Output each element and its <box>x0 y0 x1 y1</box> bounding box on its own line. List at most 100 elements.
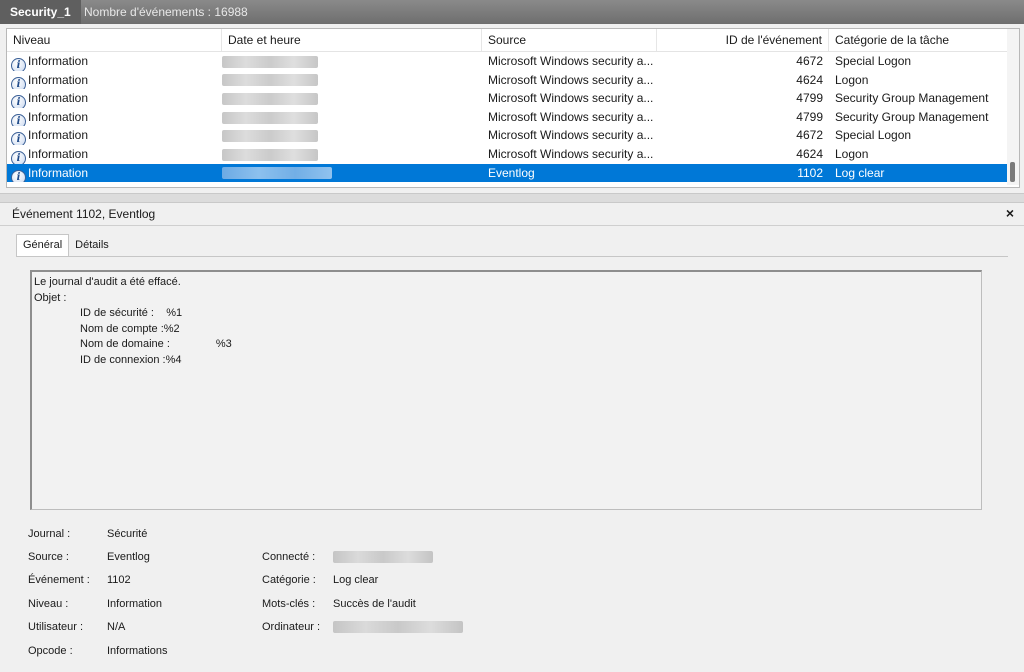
redacted-datetime <box>222 167 332 180</box>
information-icon: i <box>11 95 26 108</box>
row-level: Information <box>28 72 89 87</box>
pane-splitter[interactable] <box>0 193 1024 203</box>
divider <box>0 225 1024 226</box>
detail-tabs: Général Détails <box>16 234 115 256</box>
tab-details[interactable]: Détails <box>69 235 115 256</box>
column-header-level[interactable]: Niveau <box>7 29 222 51</box>
prop-label-logged: Connecté : <box>262 551 316 563</box>
row-source: Microsoft Windows security a... <box>488 146 653 161</box>
row-category: Logon <box>835 72 869 87</box>
prop-value-level: Information <box>107 598 163 610</box>
close-icon[interactable]: × <box>1006 205 1014 221</box>
tab-general[interactable]: Général <box>16 234 70 256</box>
prop-value-journal: Sécurité <box>107 528 148 540</box>
column-header-source[interactable]: Source <box>482 29 657 51</box>
row-source: Microsoft Windows security a... <box>488 54 653 68</box>
prop-label-category: Catégorie : <box>262 574 316 586</box>
redacted-logged <box>333 551 433 564</box>
description-field: Nom de compte :%2 <box>34 322 979 338</box>
table-row[interactable]: i Information Microsoft Windows security … <box>7 108 1007 127</box>
table-row[interactable]: i Information Microsoft Windows security … <box>7 71 1007 90</box>
row-event-id: 4672 <box>796 128 823 143</box>
prop-label-source: Source : <box>28 551 69 563</box>
row-source: Microsoft Windows security a... <box>488 72 653 87</box>
redacted-computer <box>333 621 463 634</box>
prop-label-journal: Journal : <box>28 528 71 540</box>
prop-value-keywords: Succès de l'audit <box>333 598 416 610</box>
row-category: Security Group Management <box>835 91 989 106</box>
information-icon: i <box>11 132 26 145</box>
row-source: Microsoft Windows security a... <box>488 109 653 124</box>
description-line: Objet : <box>34 291 67 304</box>
column-header-datetime[interactable]: Date et heure <box>222 29 482 51</box>
events-count: Nombre d'événements : 16988 <box>84 5 248 19</box>
scrollbar-thumb[interactable] <box>1010 162 1015 182</box>
table-body: i Information Microsoft Windows security … <box>7 52 1007 183</box>
table-row[interactable]: i Information Microsoft Windows security … <box>7 126 1007 145</box>
row-source: Microsoft Windows security a... <box>488 91 653 106</box>
row-category: Security Group Management <box>835 109 989 124</box>
column-header-event-id[interactable]: ID de l'événement <box>657 29 829 51</box>
table-row[interactable]: i Information Microsoft Windows security … <box>7 52 1007 71</box>
field-value: %2 <box>163 322 180 335</box>
information-icon: i <box>11 76 26 90</box>
redacted-datetime <box>222 74 318 87</box>
table-header: Niveau Date et heure Source ID de l'évén… <box>7 29 1007 52</box>
event-detail-title: Événement 1102, Eventlog <box>12 207 156 221</box>
field-value: %1 <box>166 307 183 319</box>
redacted-datetime <box>222 148 318 161</box>
table-row-selected[interactable]: i Information Eventlog 1102 Log clear <box>7 163 1007 183</box>
row-event-id: 4624 <box>796 72 823 87</box>
redacted-datetime <box>222 111 318 124</box>
prop-label-keywords: Mots-clés : <box>262 598 316 610</box>
row-event-id: 4799 <box>796 91 823 106</box>
redacted-datetime <box>222 55 318 68</box>
field-label: Nom de compte : <box>80 322 164 335</box>
row-level: Information <box>28 128 89 143</box>
row-category: Log clear <box>835 165 885 180</box>
description-field: Nom de domaine : %3 <box>34 337 979 353</box>
redacted-datetime <box>222 130 318 143</box>
row-level: Information <box>28 146 89 161</box>
table-row[interactable]: i Information Microsoft Windows security … <box>7 145 1007 164</box>
row-level: Information <box>28 109 89 124</box>
vertical-scrollbar[interactable] <box>1007 29 1019 185</box>
field-value: %4 <box>165 353 182 366</box>
prop-value-category: Log clear <box>333 574 379 586</box>
field-label: ID de sécurité : <box>80 307 154 319</box>
description-line: Le journal d'audit a été effacé. <box>34 276 181 288</box>
prop-label-event: Événement : <box>28 574 90 586</box>
prop-value-source: Eventlog <box>107 551 150 563</box>
row-event-id: 4799 <box>796 109 823 124</box>
row-category: Special Logon <box>835 54 912 68</box>
column-header-task-category[interactable]: Catégorie de la tâche <box>829 29 1007 51</box>
description-field: ID de connexion :%4 <box>34 353 979 369</box>
row-event-id: 1102 <box>797 165 823 180</box>
prop-label-computer: Ordinateur : <box>262 621 321 633</box>
row-source: Eventlog <box>488 165 535 180</box>
prop-value-opcode: Informations <box>107 645 168 657</box>
field-label: Nom de domaine : <box>80 338 170 350</box>
log-name-tab[interactable]: Security_1 <box>0 0 81 24</box>
table-row[interactable]: i Information Microsoft Windows security … <box>7 89 1007 108</box>
information-icon: i <box>11 150 26 164</box>
prop-value-event: 1102 <box>107 574 131 586</box>
row-source: Microsoft Windows security a... <box>488 128 653 143</box>
redacted-datetime <box>222 93 318 106</box>
row-level: Information <box>28 165 89 180</box>
field-value: %3 <box>215 338 232 350</box>
row-level: Information <box>28 91 89 106</box>
log-header: Security_1 Nombre d'événements : 16988 <box>0 0 1024 24</box>
row-event-id: 4624 <box>796 146 823 161</box>
prop-label-level: Niveau : <box>28 598 69 610</box>
prop-label-user: Utilisateur : <box>28 621 84 633</box>
row-category: Logon <box>835 146 869 161</box>
prop-label-opcode: Opcode : <box>28 645 73 657</box>
row-level: Information <box>28 54 89 68</box>
row-event-id: 4672 <box>796 54 823 68</box>
field-label: ID de connexion : <box>80 353 166 366</box>
information-icon: i <box>11 113 26 127</box>
row-category: Special Logon <box>835 128 912 143</box>
event-description[interactable]: Le journal d'audit a été effacé. Objet :… <box>30 270 982 510</box>
information-icon: i <box>11 58 26 71</box>
